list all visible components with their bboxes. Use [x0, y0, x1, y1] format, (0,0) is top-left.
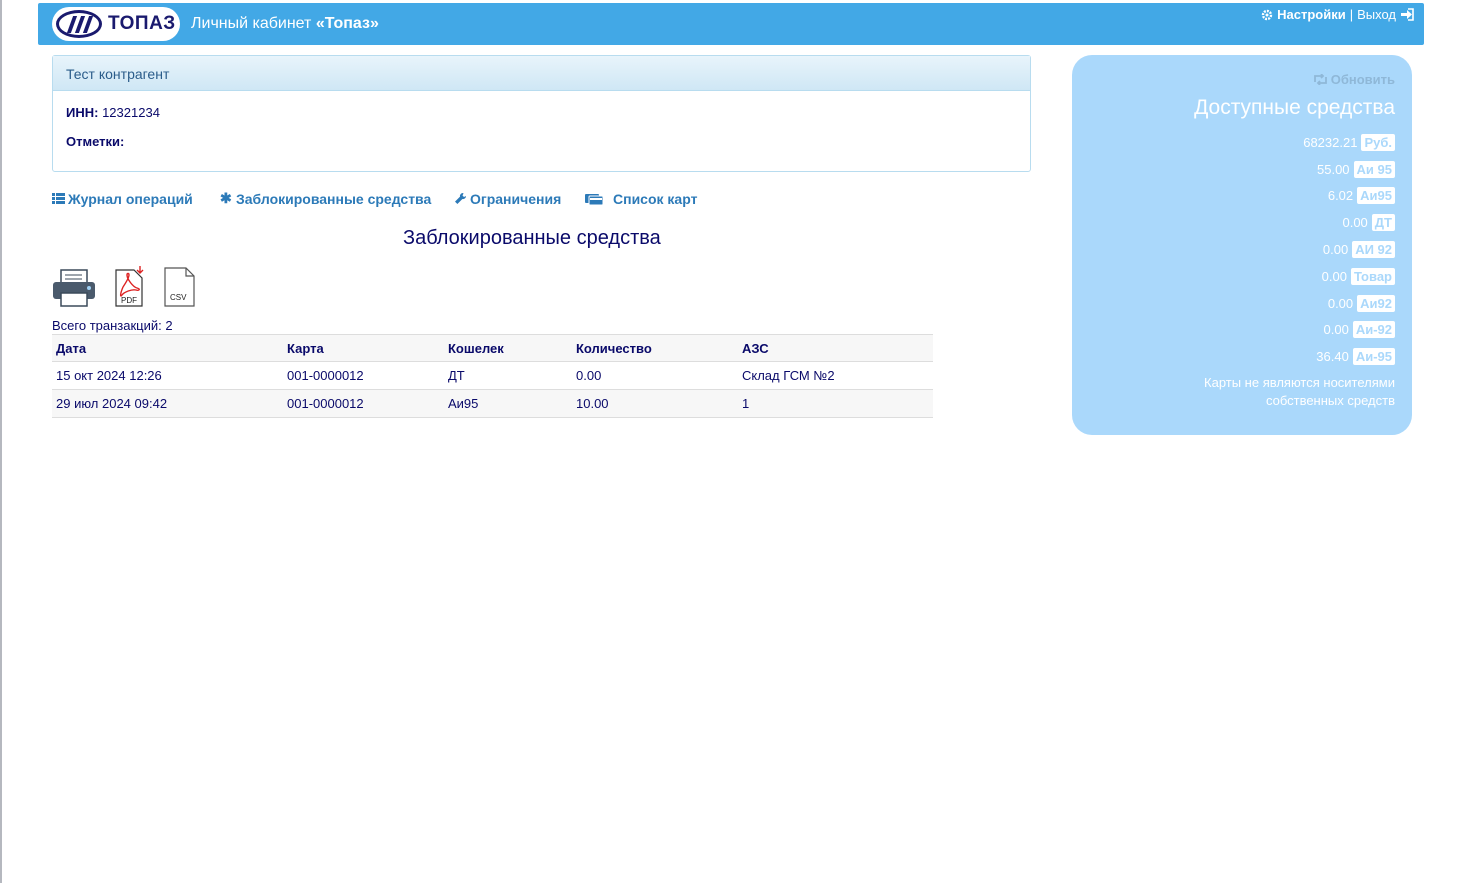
table-cell: 15 окт 2024 12:26	[52, 361, 283, 390]
fund-amount: 6.02	[1327, 188, 1354, 204]
logo-text: ТОПАЗ	[108, 13, 176, 34]
tab-operations-log[interactable]: Журнал операций	[52, 190, 220, 207]
fund-amount: 68232.21	[1303, 134, 1358, 150]
funds-note: Карты не являются носителями собственных…	[1204, 375, 1395, 409]
tab-blocked-funds[interactable]: ✱ Заблокированные средства	[220, 190, 454, 207]
top-navbar: ТОПАЗ Личный кабинет «Топаз» Настройки |…	[38, 3, 1424, 45]
inn-value: 12321234	[102, 105, 160, 120]
fund-unit-badge: Товар	[1350, 267, 1395, 285]
fund-amount: 55.00	[1317, 161, 1350, 177]
fund-unit-badge: Руб.	[1361, 133, 1395, 151]
app-title-brand: «Топаз»	[315, 15, 379, 32]
contractor-name: Тест контрагент	[53, 56, 1030, 91]
fund-unit-badge: ДТ	[1371, 214, 1395, 232]
wrench-icon	[455, 192, 467, 204]
refresh-label: Обновить	[1330, 72, 1395, 87]
app-title: Личный кабинет «Топаз»	[191, 15, 379, 33]
column-header[interactable]: АЗС	[738, 334, 933, 362]
fund-unit-badge: Аи-95	[1352, 348, 1395, 366]
fund-amount: 0.00	[1322, 242, 1349, 258]
column-header[interactable]: Кошелек	[444, 334, 572, 362]
table-cell: Аи95	[444, 389, 572, 418]
table-cell: ДТ	[444, 361, 572, 390]
topaz-logo[interactable]: ТОПАЗ	[52, 7, 180, 41]
tab-cards-list[interactable]: Список карт	[585, 190, 697, 207]
notes-label: Отметки:	[66, 134, 125, 149]
fund-unit-badge: Аи95	[1357, 187, 1395, 205]
app-title-prefix: Личный кабинет	[191, 15, 316, 32]
print-icon[interactable]	[52, 269, 96, 307]
inn-label: ИНН:	[66, 105, 99, 120]
gear-icon	[1261, 9, 1273, 20]
cards-icon	[585, 194, 604, 205]
notes-row: Отметки:	[66, 134, 1017, 149]
refresh-button[interactable]: Обновить	[1089, 72, 1395, 87]
table-cell: 0.00	[572, 361, 738, 390]
section-tabs: Журнал операций ✱ Заблокированные средст…	[52, 190, 697, 207]
fund-item: 68232.21 Руб.	[1089, 129, 1395, 156]
user-menu: Настройки | Выход	[1261, 7, 1414, 22]
pdf-icon[interactable]: PDF	[114, 265, 146, 307]
window-edge	[0, 0, 2, 883]
tab-label: Список карт	[613, 190, 698, 207]
table-cell: 10.00	[572, 389, 738, 418]
export-toolbar: PDF CSV	[52, 265, 195, 307]
table-cell: Склад ГСМ №2	[738, 361, 933, 390]
column-header[interactable]: Карта	[283, 334, 444, 362]
fund-item: 0.00 ДТ	[1089, 209, 1395, 236]
contractor-panel: Тест контрагент ИНН: 12321234 Отметки:	[52, 55, 1031, 172]
blocked-funds-table: Дата Карта Кошелек Количество АЗС 15 окт…	[52, 334, 933, 418]
column-header[interactable]: Дата	[52, 334, 283, 362]
inn-row: ИНН: 12321234	[66, 105, 1017, 120]
fund-unit-badge: АИ 92	[1352, 241, 1395, 259]
settings-link[interactable]: Настройки	[1277, 7, 1346, 22]
fund-unit-badge: Аи92	[1357, 294, 1395, 312]
tab-label: Журнал операций	[68, 190, 193, 207]
table-cell: 1	[738, 389, 933, 418]
fund-item: 0.00 Товар	[1089, 263, 1395, 290]
pdf-label: PDF	[121, 296, 137, 305]
column-header[interactable]: Количество	[572, 334, 738, 362]
funds-title: Доступные средства	[1194, 96, 1395, 119]
table-cell: 001-0000012	[283, 389, 444, 418]
table-cell: 001-0000012	[283, 361, 444, 390]
table-cell: 29 июл 2024 09:42	[52, 389, 283, 418]
table-row: 15 окт 2024 12:26 001-0000012 ДТ 0.00 Ск…	[52, 361, 933, 390]
available-funds-panel: Обновить Доступные средства 68232.21 Руб.…	[1072, 55, 1412, 435]
transactions-total: Всего транзакций: 2	[52, 318, 173, 333]
tab-label: Заблокированные средства	[236, 190, 432, 207]
fund-amount: 0.00	[1327, 295, 1354, 311]
tab-label: Ограничения	[470, 190, 562, 207]
fund-unit-badge: Аи 95	[1353, 160, 1395, 178]
refresh-icon	[1313, 74, 1327, 85]
fund-amount: 0.00	[1342, 215, 1368, 231]
tab-restrictions[interactable]: Ограничения	[454, 190, 585, 207]
fund-item: 6.02 Аи95	[1089, 183, 1395, 210]
table-row: 29 июл 2024 09:42 001-0000012 Аи95 10.00…	[52, 389, 933, 418]
fund-amount: 36.40	[1316, 349, 1349, 365]
fund-amount: 0.00	[1321, 268, 1347, 284]
logout-icon[interactable]	[1400, 8, 1414, 21]
fund-item: 36.40 Аи-95	[1089, 343, 1395, 370]
logout-link[interactable]: Выход	[1357, 7, 1396, 22]
fund-amount: 0.00	[1323, 322, 1349, 338]
fund-item: 0.00 АИ 92	[1089, 236, 1395, 263]
csv-icon[interactable]: CSV	[164, 267, 195, 307]
fund-item: 0.00 Аи-92	[1089, 317, 1395, 344]
asterisk-icon: ✱	[220, 190, 232, 206]
page-title: Заблокированные средства	[403, 227, 661, 249]
topaz-logo-mark	[56, 10, 102, 38]
list-icon	[52, 193, 65, 204]
fund-unit-badge: Аи-92	[1352, 321, 1395, 339]
table-header-row: Дата Карта Кошелек Количество АЗС	[52, 334, 933, 362]
fund-item: 55.00 Аи 95	[1089, 156, 1395, 183]
fund-item: 0.00 Аи92	[1089, 290, 1395, 317]
csv-label: CSV	[170, 293, 187, 302]
menu-separator: |	[1349, 7, 1354, 22]
